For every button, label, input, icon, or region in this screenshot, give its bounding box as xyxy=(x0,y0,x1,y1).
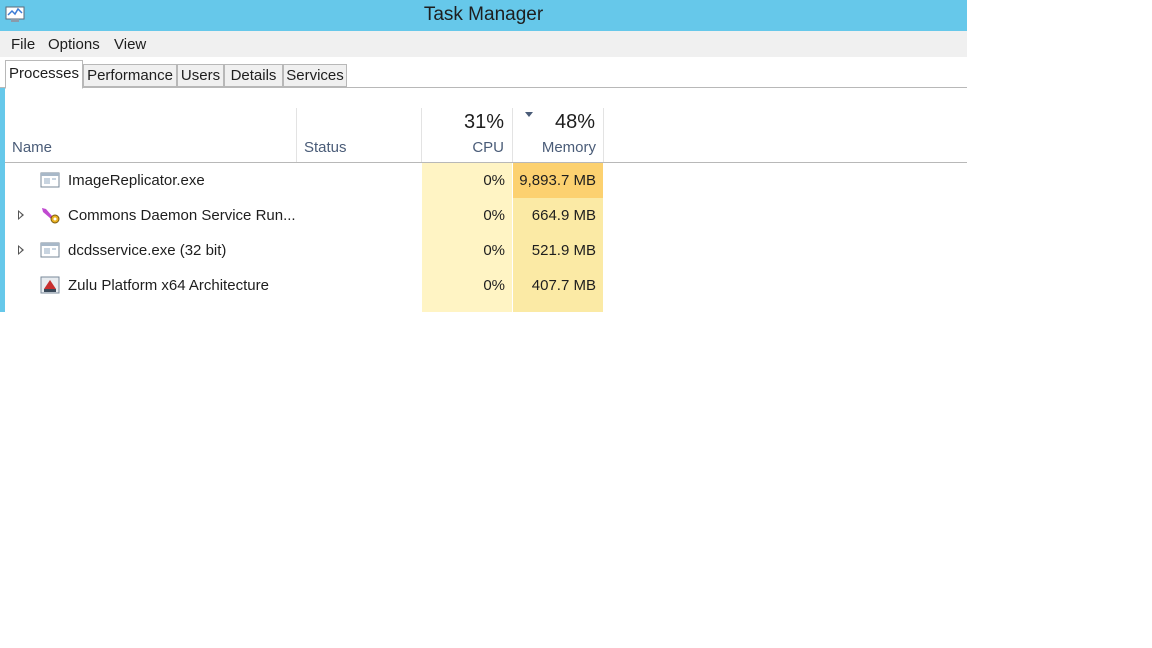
java-cup-icon xyxy=(40,276,60,294)
column-separator[interactable] xyxy=(296,108,297,162)
tab-services[interactable]: Services xyxy=(283,64,347,87)
column-header-name[interactable]: Name xyxy=(12,139,52,156)
app-window-icon xyxy=(40,172,60,188)
task-manager-window: Task Manager File Options View Processes… xyxy=(0,0,967,312)
expand-chevron-icon[interactable] xyxy=(18,245,24,255)
expand-chevron-icon[interactable] xyxy=(18,210,24,220)
menu-view[interactable]: View xyxy=(114,36,146,53)
tab-performance[interactable]: Performance xyxy=(83,64,177,87)
process-cpu: 0% xyxy=(483,207,505,224)
column-header-cpu[interactable]: CPU xyxy=(422,139,504,156)
column-header-memory[interactable]: Memory xyxy=(513,139,596,156)
process-name: ImageReplicator.exe xyxy=(68,172,205,189)
menu-bar: File Options View xyxy=(0,31,967,57)
process-cpu: 0% xyxy=(483,277,505,294)
process-memory: 521.9 MB xyxy=(531,242,596,259)
cpu-total-percent[interactable]: 31% xyxy=(422,111,504,134)
menu-file[interactable]: File xyxy=(11,36,35,53)
process-cpu: 0% xyxy=(483,242,505,259)
tab-processes[interactable]: Processes xyxy=(5,60,83,89)
process-memory: 664.9 MB xyxy=(531,207,596,224)
process-name: Commons Daemon Service Run... xyxy=(68,207,296,224)
process-row[interactable]: ImageReplicator.exe 0% 9,893.7 MB xyxy=(5,163,967,198)
app-window-icon xyxy=(40,242,60,258)
process-cpu: 0% xyxy=(483,172,505,189)
menu-options[interactable]: Options xyxy=(48,36,100,53)
process-row[interactable]: Zulu Platform x64 Architecture 0% 407.7 … xyxy=(5,268,967,303)
column-separator[interactable] xyxy=(603,108,604,162)
process-memory: 9,893.7 MB xyxy=(519,172,596,189)
process-memory: 407.7 MB xyxy=(531,277,596,294)
process-name: Zulu Platform x64 Architecture xyxy=(68,277,269,294)
process-name: dcdsservice.exe (32 bit) xyxy=(68,242,227,259)
process-row[interactable]: Commons Daemon Service Run... 0% 664.9 M… xyxy=(5,198,967,233)
memory-total-percent[interactable]: 48% xyxy=(513,111,595,134)
process-row[interactable]: dcdsservice.exe (32 bit) 0% 521.9 MB xyxy=(5,233,967,268)
title-bar[interactable]: Task Manager xyxy=(0,0,967,31)
column-header-status[interactable]: Status xyxy=(304,139,347,156)
feather-gear-icon xyxy=(42,208,60,224)
tab-strip: Processes Performance Users Details Serv… xyxy=(0,57,967,89)
tab-details[interactable]: Details xyxy=(224,64,283,87)
tab-users[interactable]: Users xyxy=(177,64,224,87)
tab-divider xyxy=(0,87,967,88)
window-title: Task Manager xyxy=(423,4,544,25)
